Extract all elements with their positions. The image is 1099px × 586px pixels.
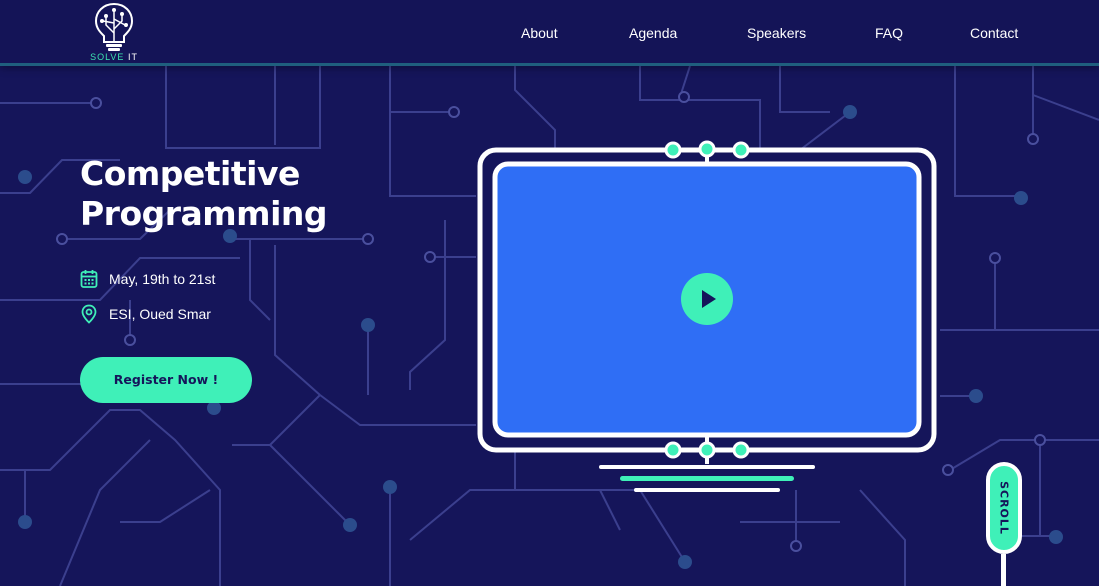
event-date-text: May, 19th to 21st [109, 271, 216, 287]
calendar-icon [80, 270, 98, 288]
site-header: SOLVE IT About Agenda Speakers FAQ Conta… [0, 0, 1099, 66]
scroll-label: SCROLL [997, 481, 1011, 535]
logo-suffix: IT [127, 52, 138, 62]
scroll-indicator[interactable]: SCROLL [986, 462, 1022, 554]
nav-faq[interactable]: FAQ [875, 22, 903, 44]
main-nav: About Agenda Speakers FAQ Contact [0, 22, 1099, 44]
nav-agenda[interactable]: Agenda [629, 22, 677, 44]
landing-page: SOLVE IT About Agenda Speakers FAQ Conta… [0, 0, 1099, 586]
hero-title-line2: Programming [80, 194, 328, 233]
nav-about[interactable]: About [521, 22, 558, 44]
location-pin-icon [81, 304, 97, 324]
video-monitor [472, 136, 942, 498]
logo-brand: SOLVE [90, 52, 125, 62]
event-location-text: ESI, Oued Smar [109, 306, 211, 322]
play-icon [702, 290, 716, 308]
play-button[interactable] [681, 273, 733, 325]
nav-speakers[interactable]: Speakers [747, 22, 806, 44]
logo-wordmark: SOLVE IT [84, 52, 144, 62]
hero-title: Competitive Programming [80, 154, 400, 234]
scroll-stem [1001, 554, 1006, 586]
register-button[interactable]: Register Now ! [80, 357, 252, 403]
hero-title-line1: Competitive [80, 154, 300, 193]
nav-contact[interactable]: Contact [970, 22, 1018, 44]
